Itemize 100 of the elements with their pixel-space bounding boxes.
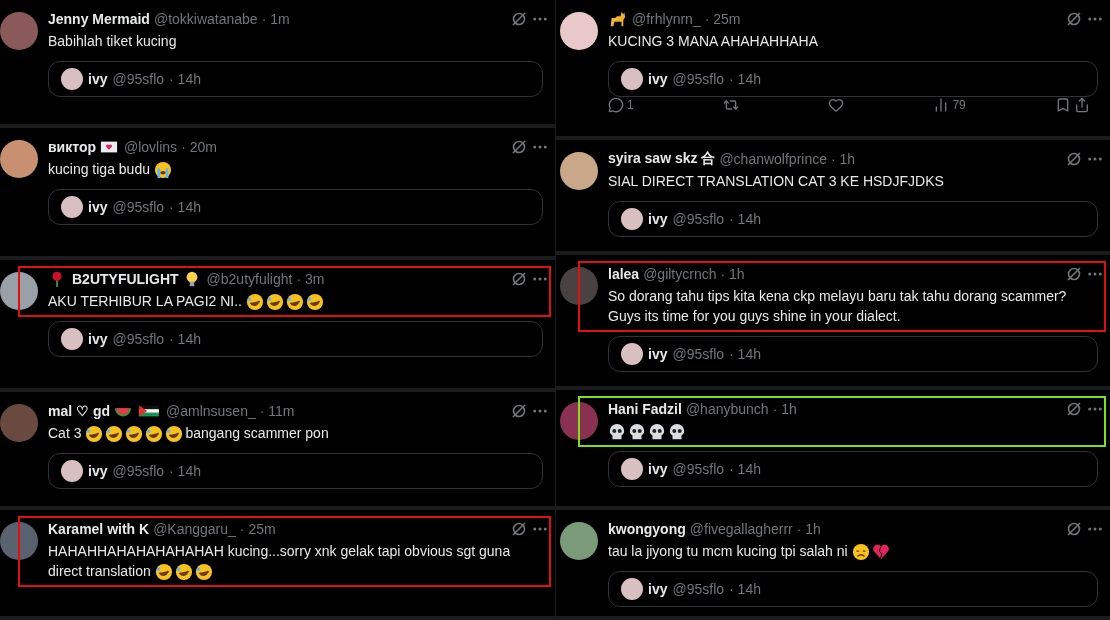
like-icon[interactable]: [828, 97, 845, 113]
user-handle[interactable]: @b2utyfulight: [206, 271, 293, 287]
user-name: ivy: [648, 346, 668, 362]
user-handle[interactable]: @fivegallagherrr: [689, 521, 793, 537]
user-handle[interactable]: @tokkiwatanabe: [153, 11, 258, 27]
share-icon[interactable]: [1074, 97, 1090, 113]
slashed-circle-icon[interactable]: [1066, 266, 1082, 282]
user-handle: @95sflo: [672, 461, 725, 478]
tweet-text: tau la jiyong tu mcm kucing tpi salah ni: [608, 542, 848, 561]
avatar-placeholder: [61, 328, 83, 351]
user-handle[interactable]: @hanybunch: [685, 401, 769, 417]
user-name[interactable]: Karamel with K: [48, 521, 150, 537]
laughing-face-icon: [266, 293, 284, 312]
quoted-tweet-card[interactable]: ivy @95sflo · 14h: [48, 453, 543, 490]
timestamp: · 14h: [729, 211, 761, 227]
timestamp: · 1h: [772, 401, 797, 417]
user-name: ivy: [88, 331, 108, 348]
laughing-face-icon: [286, 293, 304, 312]
broken-heart-icon: [871, 543, 890, 562]
timestamp: · 25m: [704, 11, 741, 27]
quoted-tweet-card[interactable]: ivy @95sflo · 14h: [608, 571, 1098, 608]
timestamp: · 14h: [169, 199, 201, 216]
laughing-face-icon: [145, 425, 164, 444]
timestamp: · 1h: [796, 521, 821, 537]
user-handle: @95sflo: [672, 211, 725, 227]
laughing-face-icon: [246, 293, 264, 312]
user-handle[interactable]: @giltycrnch: [643, 266, 717, 282]
timestamp: · 25m: [239, 521, 276, 537]
timestamp: · 14h: [729, 581, 761, 598]
timestamp: · 14h: [169, 331, 201, 348]
user-handle[interactable]: @lovlins: [124, 139, 178, 155]
user-name[interactable]: lalea: [608, 266, 640, 282]
avatar-placeholder[interactable]: [560, 522, 598, 560]
user-name: ivy: [648, 71, 668, 87]
avatar-placeholder[interactable]: [0, 272, 38, 310]
avatar-placeholder: [621, 578, 643, 601]
user-name[interactable]: Hani Fadzil: [608, 401, 682, 417]
slashed-circle-icon[interactable]: [1066, 11, 1082, 27]
user-name: ivy: [648, 461, 668, 478]
quoted-tweet-card[interactable]: ivy @95sflo · 14h: [608, 336, 1098, 372]
slashed-circle-icon[interactable]: [511, 521, 527, 537]
user-name[interactable]: B2UTYFULIGHT: [72, 271, 179, 287]
avatar-placeholder: [61, 68, 83, 90]
slashed-circle-icon[interactable]: [1066, 401, 1082, 417]
avatar-placeholder[interactable]: [0, 140, 38, 178]
user-name[interactable]: виктор: [48, 139, 96, 155]
quoted-tweet-card[interactable]: ivy @95sflo · 14h: [608, 201, 1098, 237]
cat-icon: [608, 10, 626, 28]
tweet-text: kucing tiga budu: [48, 160, 150, 179]
slashed-circle-icon[interactable]: [511, 139, 527, 155]
slashed-circle-icon[interactable]: [511, 11, 527, 27]
avatar-placeholder[interactable]: [560, 12, 598, 50]
user-name: ivy: [88, 71, 108, 87]
laughing-face-icon: [154, 563, 173, 582]
user-handle[interactable]: @chanwolfprince: [719, 151, 827, 167]
reply-count: 1: [627, 98, 634, 112]
user-handle: @95sflo: [112, 463, 165, 480]
timestamp: · 20m: [181, 139, 217, 155]
user-handle: @95sflo: [112, 331, 165, 348]
user-name[interactable]: mal ♡ gd: [48, 403, 110, 419]
user-handle: @95sflo: [672, 581, 725, 598]
laughing-face-icon: [306, 293, 324, 312]
user-name[interactable]: kwongyong: [608, 521, 686, 537]
quoted-tweet-card[interactable]: ivy @95sflo · 14h: [608, 451, 1098, 488]
user-name: ivy: [648, 581, 668, 598]
user-name[interactable]: syira saw skz 合: [608, 150, 716, 168]
tweet-text: Cat 3: [48, 424, 82, 443]
reply-icon[interactable]: [608, 97, 624, 113]
sad-face-icon: [851, 543, 870, 562]
slashed-circle-icon[interactable]: [511, 271, 527, 287]
avatar-placeholder[interactable]: [560, 152, 598, 190]
quoted-tweet-card[interactable]: ivy @95sflo · 14h: [608, 61, 1098, 97]
quoted-tweet-card[interactable]: ivy @95sflo · 14h: [48, 321, 543, 358]
timestamp: · 1h: [831, 151, 856, 167]
quoted-tweet-card[interactable]: ivy @95sflo · 14h: [48, 189, 543, 226]
quoted-tweet-card[interactable]: ivy @95sflo · 14h: [48, 61, 543, 97]
user-handle[interactable]: @amlnsusen_: [166, 403, 256, 419]
tweet-text: bangang scammer pon: [185, 424, 329, 443]
user-name[interactable]: Jenny Mermaid: [48, 11, 150, 27]
user-handle[interactable]: @frhlynrn_: [632, 11, 701, 27]
timestamp: · 14h: [729, 346, 761, 362]
user-handle: @95sflo: [672, 346, 725, 362]
skull-icon: [608, 423, 626, 442]
tweet-text: KUCING 3 MANA AHAHAHHAHA: [608, 32, 819, 51]
avatar-placeholder: [61, 460, 83, 483]
user-name: ivy: [88, 463, 108, 480]
repost-icon[interactable]: [722, 97, 739, 113]
tweet-text: HAHAHHAHAHAHAHAHAH kucing...sorry xnk gelak tapi obvious sgt guna: [48, 542, 511, 561]
laughing-face-icon: [85, 425, 104, 444]
timestamp: · 3m: [296, 271, 325, 287]
laughing-face-icon: [105, 425, 124, 444]
tweet-text: Babihlah tiket kucing: [48, 32, 177, 51]
user-handle[interactable]: @Kanggaru_: [153, 521, 236, 537]
avatar-placeholder[interactable]: [560, 402, 598, 440]
bookmark-icon[interactable]: [1055, 97, 1071, 113]
slashed-circle-icon[interactable]: [1066, 521, 1082, 537]
timestamp: · 11m: [259, 403, 295, 419]
tweet-text: direct translation: [48, 562, 151, 581]
slashed-circle-icon[interactable]: [1066, 151, 1082, 167]
slashed-circle-icon[interactable]: [511, 403, 527, 419]
